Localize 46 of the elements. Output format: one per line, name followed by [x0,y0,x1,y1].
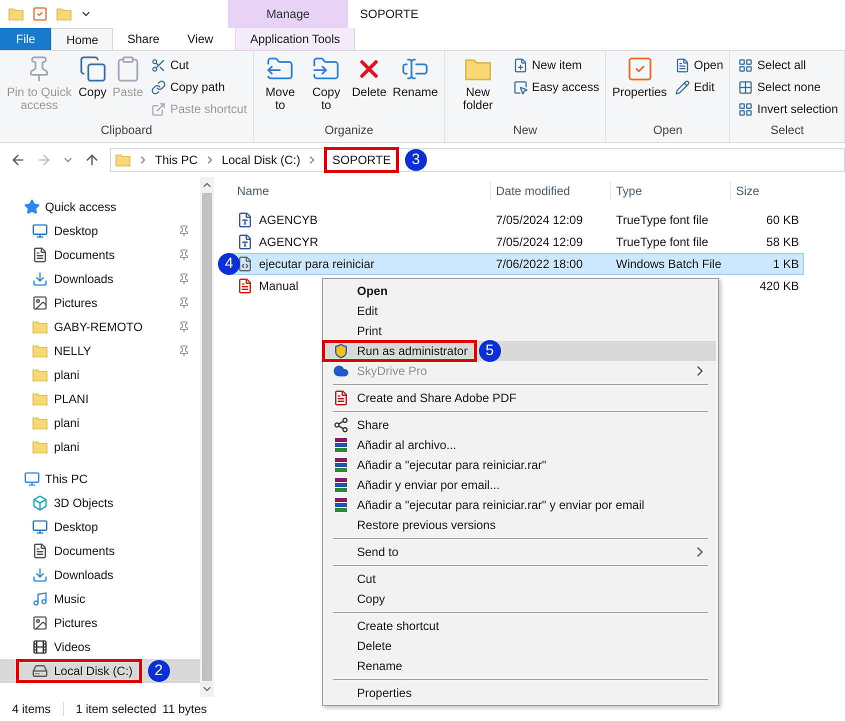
date-cell: 7/05/2024 12:09 [496,213,583,227]
type-cell: TrueType font file [616,235,708,249]
selection-size: 11 bytes [162,701,207,718]
nav-label: Desktop [54,519,98,536]
file-name: ejecutar para reiniciar [259,256,374,273]
callout-number: 2 [148,660,170,682]
context-tab-header: Manage [228,0,348,28]
date-cell: 7/06/2022 18:00 [496,257,583,271]
nav-label: PLANI [54,391,89,408]
item-count: 4 items [12,701,51,718]
nav-label: GABY-REMOTO [54,319,143,336]
callout-number: 3 [404,149,427,171]
type-cell: Windows Batch File [616,257,722,271]
nav-label: Local Disk (C:) [54,663,133,680]
nav-label: Documents [54,247,115,264]
size-cell: 60 KB [766,213,799,227]
nav-label: Pictures [54,295,98,312]
ribbon-group-label: Organize [324,122,374,139]
ribbon-group-label: New [512,122,538,139]
nav-label: Music [54,591,86,608]
date-cell: 7/05/2024 12:09 [496,235,583,249]
nav-label: Desktop [54,223,98,240]
file-name: Manual [259,278,298,295]
nav-label: NELLY [54,343,92,360]
nav-label: Pictures [54,615,98,632]
window-title: SOPORTE [359,6,418,23]
nav-label: Documents [54,543,115,560]
size-cell: 58 KB [766,235,799,249]
type-cell: TrueType font file [616,213,708,227]
nav-label: 3D Objects [54,495,114,512]
ribbon-group-label: Open [652,122,684,139]
file-name: AGENCYB [259,212,318,229]
ribbon-group-label: Select [769,122,805,139]
nav-label: plani [54,415,80,432]
callout-number: 4 [218,253,240,275]
callout-number: 5 [478,340,501,362]
size-cell: 1 KB [772,257,799,271]
ribbon-group-label: Clipboard [100,122,154,139]
file-name: AGENCYR [259,234,318,251]
nav-label: plani [54,439,80,456]
nav-label: plani [54,367,80,384]
nav-label: Downloads [54,567,114,584]
nav-label: Videos [54,639,90,656]
selection-status: 1 item selected [76,701,156,718]
size-cell: 420 KB [760,279,799,293]
nav-label: Downloads [54,271,114,288]
